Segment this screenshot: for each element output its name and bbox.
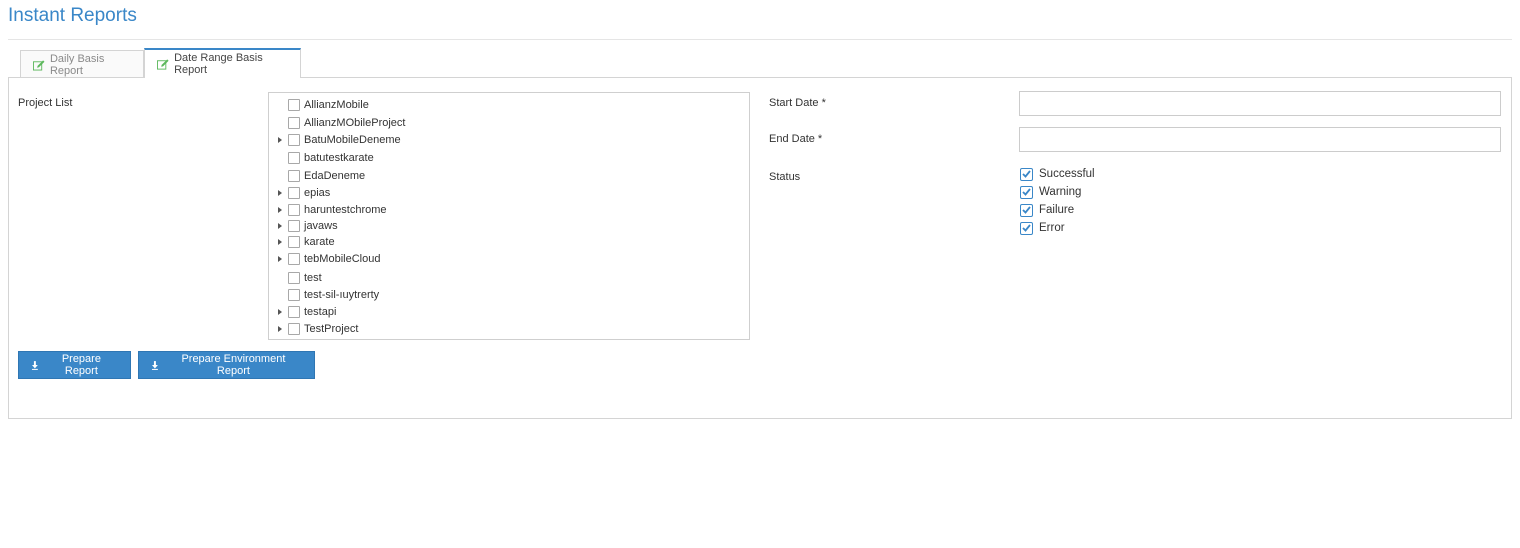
end-date-input[interactable] <box>1019 127 1501 152</box>
tree-item[interactable]: tebMobileCloud <box>269 251 380 267</box>
tree-item[interactable]: EdaDeneme <box>269 168 365 184</box>
tree-item[interactable]: BatuMobileDeneme <box>269 132 401 148</box>
tab-label: Daily Basis Report <box>49 52 105 77</box>
expand-caret-icon[interactable] <box>274 326 286 332</box>
expand-caret-icon[interactable] <box>274 223 286 229</box>
expand-caret-icon[interactable] <box>274 207 286 213</box>
project-checkbox[interactable] <box>288 306 300 318</box>
tree-item[interactable]: epias <box>269 185 330 201</box>
project-checkbox[interactable] <box>288 272 300 284</box>
button-label: Prepare Environment Report <box>181 353 286 377</box>
project-name: javaws <box>304 220 338 232</box>
status-label: Status <box>769 171 801 183</box>
check-icon <box>1022 206 1031 214</box>
tab-label: Date Range Basis Report <box>174 52 263 76</box>
tree-item[interactable]: karate <box>269 234 335 250</box>
edit-icon <box>157 59 169 70</box>
project-name: testapi <box>304 306 337 318</box>
project-tree[interactable]: AllianzMobile AllianzMObileProject BatuM… <box>268 92 750 340</box>
edit-icon <box>33 59 45 71</box>
tree-item[interactable]: batutestkarate <box>269 150 374 166</box>
project-checkbox[interactable] <box>288 170 300 182</box>
project-checkbox[interactable] <box>288 236 300 248</box>
check-icon <box>1022 188 1031 196</box>
status-name: Error <box>1039 222 1065 234</box>
project-name: AllianzMobile <box>304 99 369 111</box>
project-checkbox[interactable] <box>288 134 300 146</box>
project-checkbox[interactable] <box>288 253 300 265</box>
expand-caret-icon[interactable] <box>274 239 286 245</box>
tree-item[interactable]: AllianzMobile <box>269 97 369 113</box>
tree-item[interactable]: TestProject <box>269 321 358 337</box>
status-name: Warning <box>1039 186 1082 198</box>
check-icon <box>1022 170 1031 178</box>
tree-item[interactable]: haruntestchrome <box>269 202 387 218</box>
project-checkbox[interactable] <box>288 117 300 129</box>
tree-item[interactable]: test-sil-ıuytrerty <box>269 287 379 303</box>
status-option-successful[interactable]: Successful <box>1020 166 1095 182</box>
project-name: tebMobileCloud <box>304 253 381 265</box>
project-list-label: Project List <box>18 97 73 109</box>
project-checkbox[interactable] <box>288 99 300 111</box>
project-name: EdaDeneme <box>304 170 366 182</box>
tree-item[interactable]: javaws <box>269 218 338 234</box>
prepare-environment-report-button[interactable]: Prepare Environment Report <box>138 351 315 379</box>
expand-caret-icon[interactable] <box>274 256 286 262</box>
project-checkbox[interactable] <box>288 204 300 216</box>
download-icon <box>31 360 38 370</box>
project-name: BatuMobileDeneme <box>304 134 401 146</box>
project-checkbox[interactable] <box>288 187 300 199</box>
tree-item[interactable]: AllianzMObileProject <box>269 115 405 131</box>
start-date-label: Start Date * <box>769 97 826 109</box>
title-divider <box>8 39 1512 40</box>
status-name: Successful <box>1039 168 1095 180</box>
tree-item[interactable]: testapi <box>269 304 336 320</box>
tab-daily-basis-report[interactable]: Daily Basis Report <box>20 50 144 78</box>
start-date-input[interactable] <box>1019 91 1501 116</box>
project-name: batutestkarate <box>304 152 374 164</box>
checkbox-checked[interactable] <box>1020 221 1033 235</box>
project-name: test-sil-ıuytrerty <box>304 289 380 301</box>
checkbox-checked[interactable] <box>1020 185 1033 199</box>
end-date-label: End Date * <box>769 133 823 145</box>
project-name: karate <box>304 236 335 248</box>
project-name: epias <box>304 187 331 199</box>
status-name: Failure <box>1039 204 1075 216</box>
checkbox-checked[interactable] <box>1020 167 1033 181</box>
project-name: AllianzMObileProject <box>304 117 406 129</box>
status-option-warning[interactable]: Warning <box>1020 184 1081 200</box>
project-checkbox[interactable] <box>288 152 300 164</box>
status-option-failure[interactable]: Failure <box>1020 202 1074 218</box>
expand-caret-icon[interactable] <box>274 190 286 196</box>
check-icon <box>1022 224 1031 232</box>
project-name: haruntestchrome <box>304 204 387 216</box>
tab-date-range-basis-report[interactable]: Date Range Basis Report <box>144 48 301 78</box>
project-checkbox[interactable] <box>288 289 300 301</box>
project-checkbox[interactable] <box>288 220 300 232</box>
button-label: Prepare Report <box>61 353 101 377</box>
status-option-error[interactable]: Error <box>1020 220 1065 236</box>
project-name: TestProject <box>304 323 359 335</box>
project-checkbox[interactable] <box>288 323 300 335</box>
page-title: Instant Reports <box>8 5 137 26</box>
expand-caret-icon[interactable] <box>274 309 286 315</box>
tree-item[interactable]: test <box>269 270 322 286</box>
checkbox-checked[interactable] <box>1020 203 1033 217</box>
project-name: test <box>304 272 322 284</box>
expand-caret-icon[interactable] <box>274 137 286 143</box>
download-icon <box>151 360 158 370</box>
prepare-report-button[interactable]: Prepare Report <box>18 351 131 379</box>
